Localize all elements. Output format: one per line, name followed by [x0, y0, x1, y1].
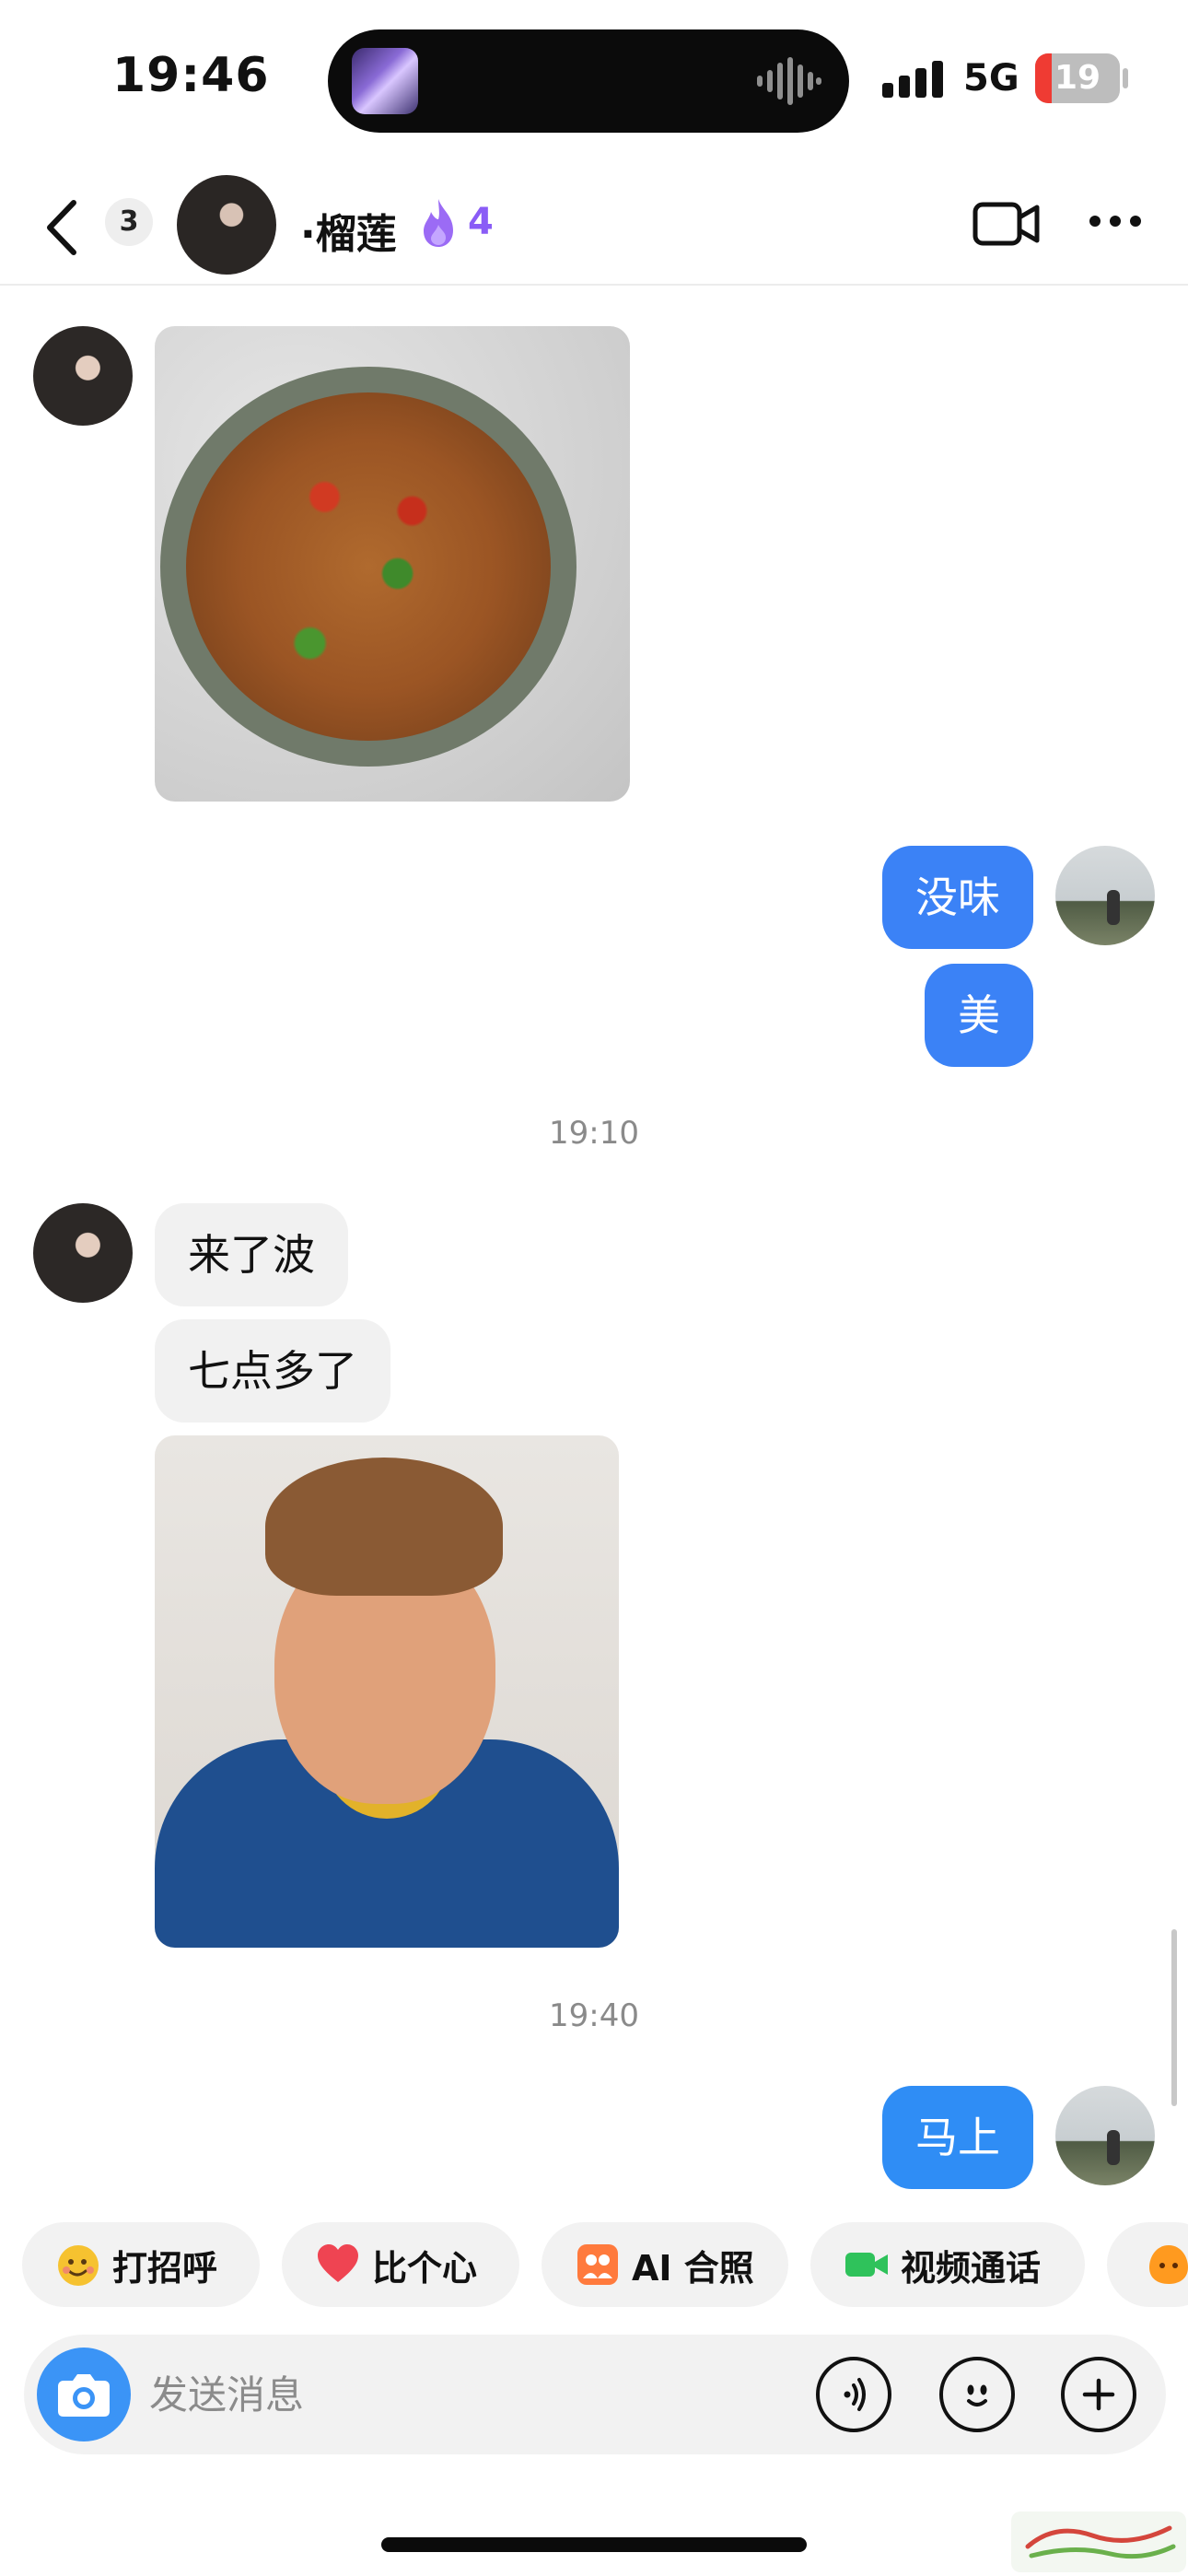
battery-cap	[1123, 68, 1128, 88]
food-bowl	[160, 367, 577, 767]
message-bubble-incoming[interactable]: 七点多了	[155, 1319, 390, 1423]
message-bubble-outgoing[interactable]: 美	[925, 964, 1033, 1067]
quick-action-label: 打招呼	[112, 2247, 218, 2289]
message-composer	[24, 2335, 1166, 2454]
my-avatar[interactable]	[1055, 2086, 1155, 2185]
message-timestamp: 19:40	[549, 1997, 639, 2034]
chat-header: 3 ·榴莲 4	[0, 175, 1188, 286]
watermark-logo	[1011, 2512, 1186, 2572]
quick-action-more[interactable]	[1107, 2222, 1188, 2307]
battery-percent: 19	[1054, 59, 1101, 97]
dynamic-island[interactable]	[328, 29, 849, 133]
contact-avatar-message[interactable]	[33, 326, 133, 426]
quick-action-greet[interactable]: 打招呼	[22, 2222, 260, 2307]
cellular-signal-icon	[882, 61, 943, 98]
now-playing-artwork	[352, 48, 418, 114]
back-button[interactable]	[37, 195, 92, 260]
more-options-icon[interactable]	[1089, 212, 1142, 230]
ai-photo-icon	[577, 2244, 618, 2285]
emoji-button[interactable]	[939, 2357, 1015, 2432]
contact-avatar-message[interactable]	[33, 1203, 133, 1303]
message-input[interactable]	[149, 2335, 812, 2454]
video-call-icon	[845, 2253, 888, 2277]
message-bubble-outgoing[interactable]: 没味	[882, 846, 1033, 949]
sticker-icon	[1149, 2245, 1188, 2284]
network-type: 5G	[963, 57, 1019, 100]
smiley-icon	[967, 2384, 987, 2406]
camera-button[interactable]	[37, 2348, 131, 2441]
contact-name[interactable]: ·榴莲	[300, 201, 397, 260]
message-bubble-incoming[interactable]: 来了波	[155, 1203, 348, 1306]
plus-icon	[1082, 2378, 1115, 2411]
add-more-button[interactable]	[1061, 2357, 1136, 2432]
my-avatar[interactable]	[1055, 846, 1155, 945]
camera-icon	[58, 2374, 110, 2417]
quick-action-video-call[interactable]: 视频通话	[810, 2222, 1085, 2307]
photo-hair	[265, 1458, 503, 1596]
voice-input-button[interactable]	[816, 2357, 891, 2432]
home-indicator[interactable]	[381, 2537, 807, 2552]
quick-action-label: 视频通话	[901, 2247, 1042, 2289]
image-message-food[interactable]	[155, 326, 630, 802]
scrollbar[interactable]	[1171, 1929, 1177, 2106]
voice-wave-icon	[844, 2378, 866, 2411]
flame-icon	[424, 199, 453, 247]
video-camera-icon[interactable]	[973, 199, 1041, 249]
status-time: 19:46	[112, 48, 270, 103]
waving-emoji-icon	[58, 2245, 99, 2286]
quick-action-label: AI 合照	[632, 2247, 754, 2289]
quick-action-label: 比个心	[372, 2247, 478, 2289]
quick-action-ai-photo[interactable]: AI 合照	[542, 2222, 788, 2307]
audio-wave-icon	[757, 57, 821, 105]
heart-icon	[318, 2244, 358, 2282]
battery-icon: 19	[1035, 53, 1120, 103]
message-timestamp: 19:10	[549, 1115, 639, 1152]
streak-count: 4	[468, 201, 494, 243]
unread-count-badge[interactable]: 3	[105, 198, 153, 246]
food-dish	[186, 392, 551, 741]
image-message-person[interactable]	[155, 1435, 619, 1948]
message-bubble-outgoing[interactable]: 马上	[882, 2086, 1033, 2189]
contact-avatar[interactable]	[177, 175, 276, 275]
quick-action-heart[interactable]: 比个心	[282, 2222, 519, 2307]
